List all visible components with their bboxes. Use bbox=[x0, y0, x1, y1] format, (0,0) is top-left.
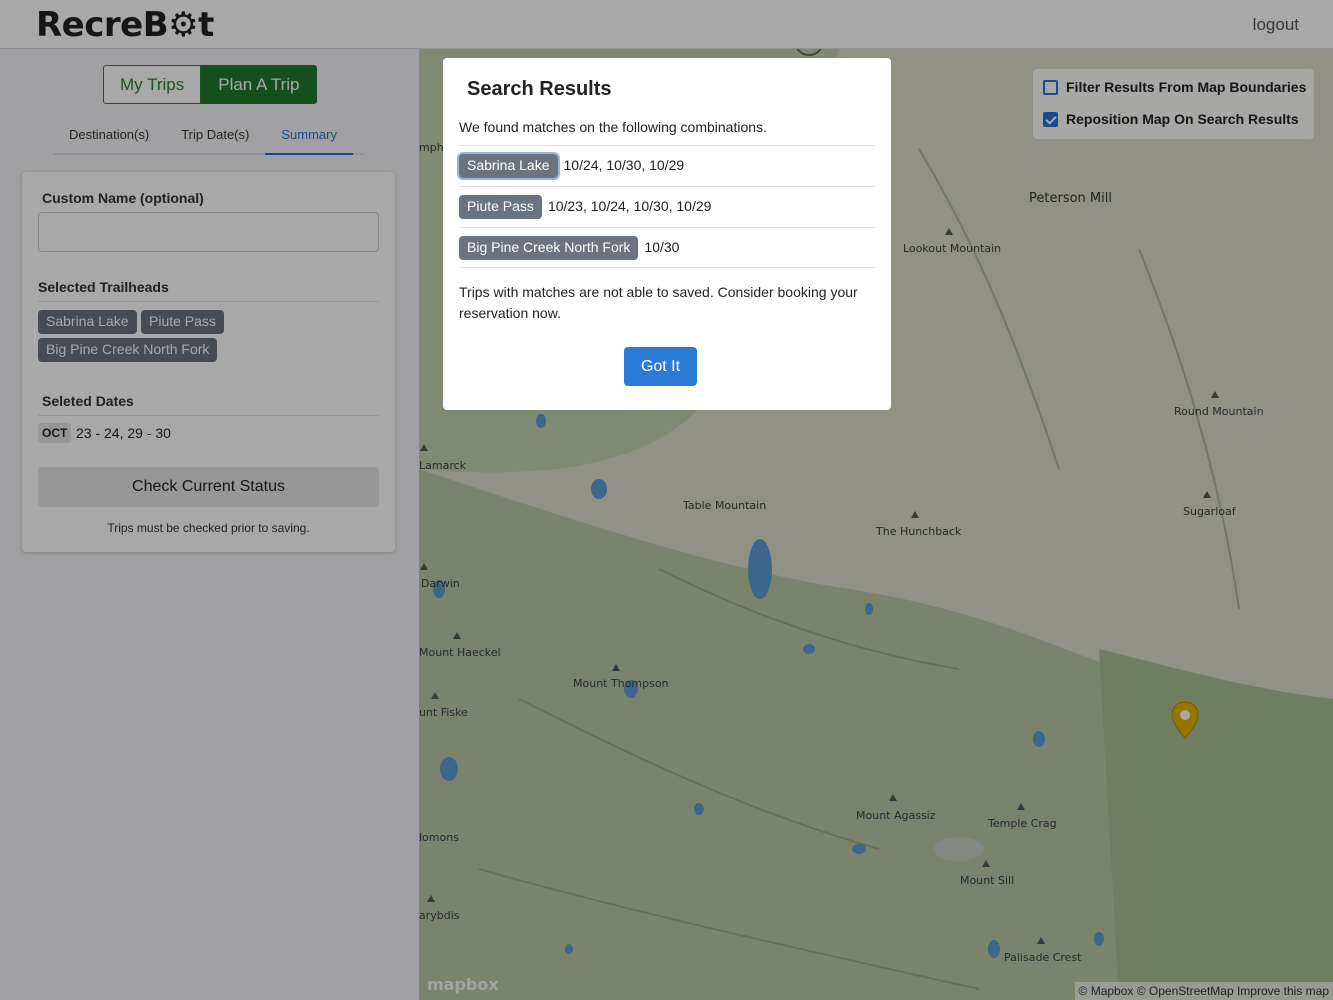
modal-intro: We found matches on the following combin… bbox=[459, 119, 767, 135]
result-trailhead-chip[interactable]: Big Pine Creek North Fork bbox=[459, 236, 639, 260]
got-it-button[interactable]: Got It bbox=[624, 347, 697, 386]
search-results-modal: Search Results We found matches on the f… bbox=[443, 58, 891, 410]
result-row: Big Pine Creek North Fork 10/30 bbox=[459, 227, 875, 268]
result-dates: 10/24, 10/30, 10/29 bbox=[563, 157, 685, 173]
result-dates: 10/30 bbox=[644, 239, 680, 255]
result-trailhead-chip[interactable]: Piute Pass bbox=[459, 195, 542, 219]
modal-note: Trips with matches are not able to saved… bbox=[459, 284, 858, 321]
result-dates: 10/23, 10/24, 10/30, 10/29 bbox=[547, 198, 712, 214]
result-row: Sabrina Lake 10/24, 10/30, 10/29 bbox=[457, 145, 875, 186]
modal-title: Search Results bbox=[467, 78, 612, 100]
result-row: Piute Pass 10/23, 10/24, 10/30, 10/29 bbox=[459, 186, 875, 227]
result-trailhead-chip[interactable]: Sabrina Lake bbox=[457, 152, 560, 180]
